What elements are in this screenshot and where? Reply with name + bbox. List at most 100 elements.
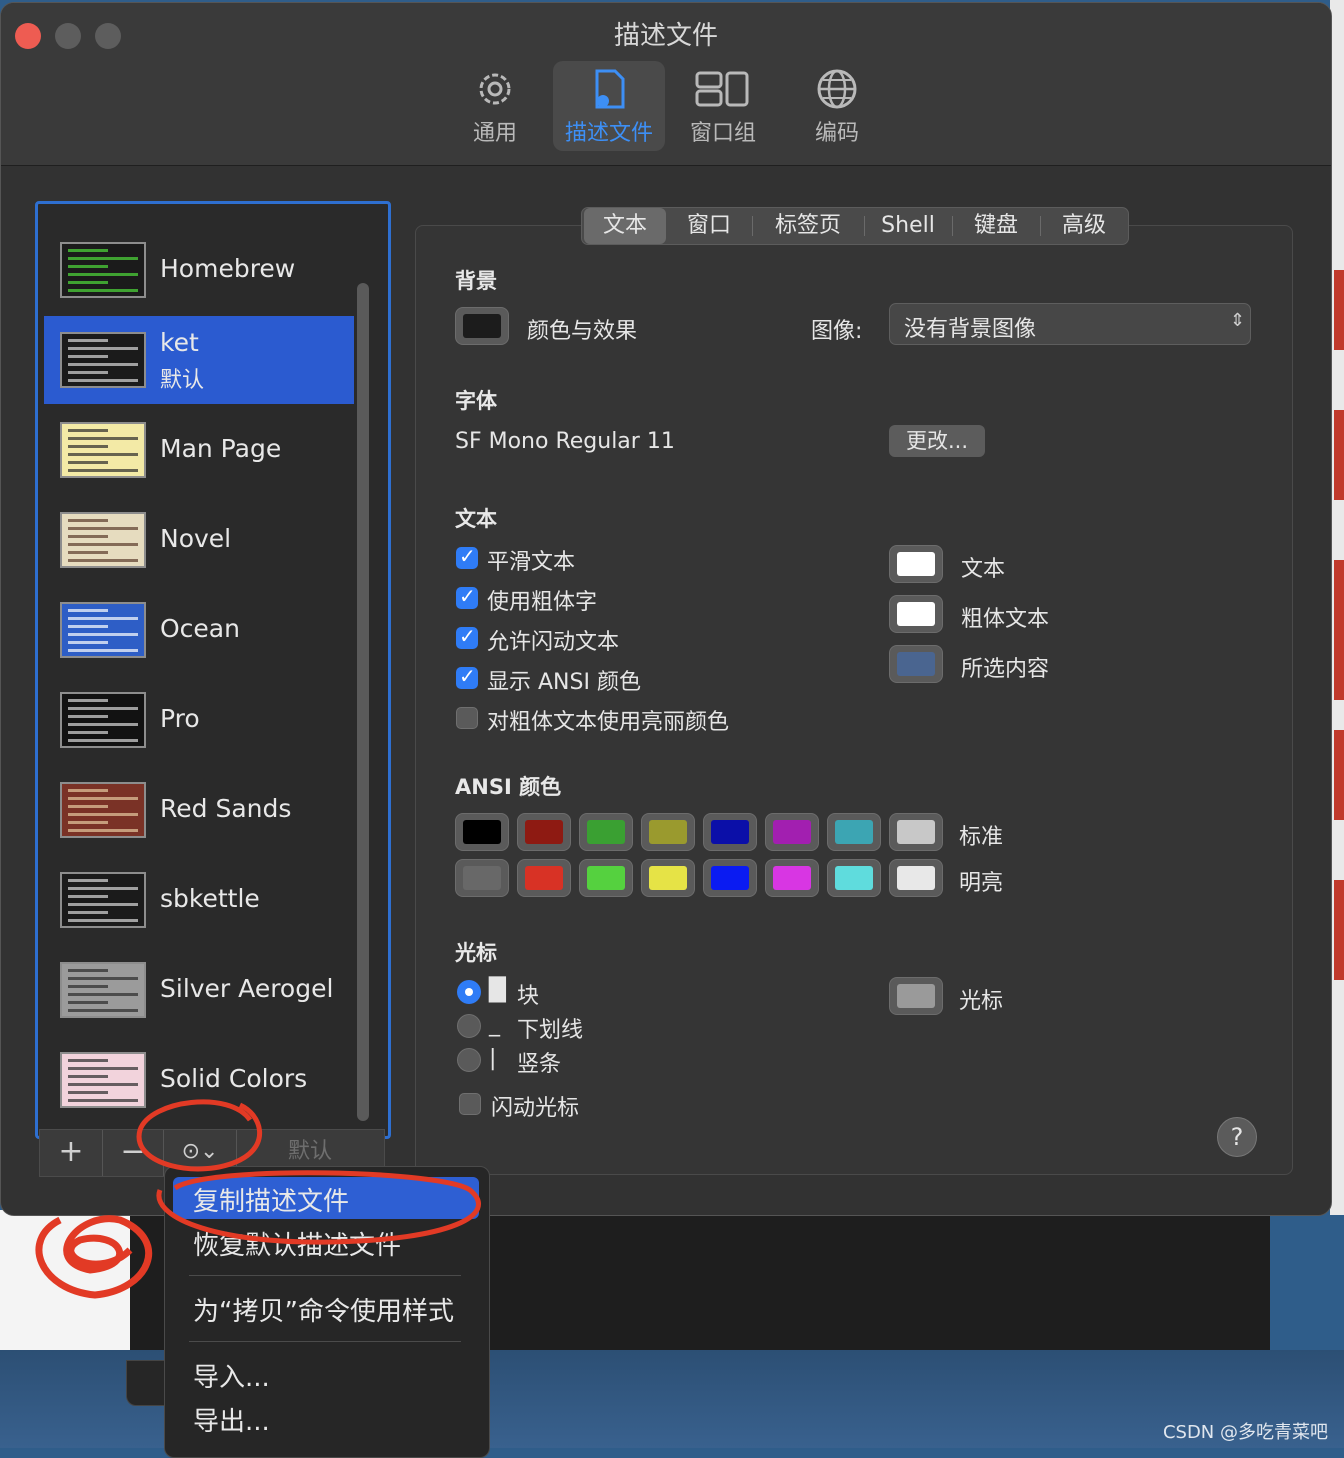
profile-name: Ocean	[160, 614, 240, 643]
text-option-label: 对粗体文本使用亮丽颜色	[487, 710, 730, 735]
profile-name: Red Sands	[160, 794, 292, 823]
cursor-style-glyph: |	[489, 1046, 497, 1071]
profile-row[interactable]: Man Page	[44, 406, 354, 494]
profile-list[interactable]: Homebrew ket 默认 Man Page Novel Ocean Pro Red Sa…	[35, 201, 391, 1139]
cursor-heading: 光标	[455, 941, 497, 965]
profile-row[interactable]: Pro	[44, 676, 354, 764]
text-color-well[interactable]	[889, 545, 943, 583]
menu-separator	[189, 1341, 461, 1342]
profile-name: Solid Colors	[160, 1064, 308, 1093]
profile-row[interactable]: sbkettle	[44, 856, 354, 944]
toolbar-profiles-label: 描述文件	[564, 121, 653, 146]
text-option-label: 平滑文本	[487, 550, 576, 575]
cursor-style-label: 块	[517, 984, 540, 1009]
profile-thumbnail	[60, 512, 146, 568]
ansi-normal-color-well[interactable]	[889, 813, 943, 851]
profile-name: Homebrew	[160, 254, 296, 283]
background-image-select[interactable]: 没有背景图像 ⇕	[889, 303, 1251, 345]
ansi-bright-color-well[interactable]	[765, 859, 819, 897]
ansi-normal-color-well[interactable]	[455, 813, 509, 851]
cursor-style-radio[interactable]	[457, 980, 481, 1004]
toolbar-window-groups[interactable]: 窗口组	[667, 61, 779, 151]
annotation-marks	[35, 1099, 481, 1299]
toolbar-general[interactable]: 通用	[439, 61, 551, 151]
ansi-bright-color-well[interactable]	[703, 859, 757, 897]
profile-thumbnail	[60, 872, 146, 928]
menu-backdrop	[126, 1360, 168, 1406]
text-color-well[interactable]	[889, 645, 943, 683]
profile-row[interactable]: Red Sands	[44, 766, 354, 854]
profile-name: sbkettle	[160, 884, 260, 913]
ansi-bright-color-well[interactable]	[889, 859, 943, 897]
background-red-mark	[1334, 270, 1344, 350]
profile-name: Novel	[160, 524, 232, 553]
text-color-well[interactable]	[889, 595, 943, 633]
toolbar-encoding[interactable]: 编码	[781, 61, 893, 151]
text-option-checkbox[interactable]	[456, 664, 478, 689]
tab-keyboard[interactable]: 键盘	[954, 208, 1038, 244]
toolbar-profiles[interactable]: 描述文件	[553, 61, 665, 151]
ansi-normal-color-well[interactable]	[517, 813, 571, 851]
annotation-circle-duplicate	[156, 1170, 481, 1245]
help-button[interactable]: ?	[1217, 1117, 1257, 1157]
annotation-circle-more-button	[136, 1099, 262, 1172]
ansi-normal-color-well[interactable]	[703, 813, 757, 851]
cursor-style-radio[interactable]	[457, 1014, 481, 1038]
text-option-checkbox[interactable]	[456, 624, 478, 649]
cursor-color-well[interactable]	[889, 977, 943, 1015]
profile-doc-icon	[595, 69, 625, 109]
cursor-style-glyph: _	[489, 1012, 500, 1037]
background-heading: 背景	[455, 269, 497, 293]
background-red-mark	[1334, 560, 1344, 700]
text-heading: 文本	[455, 507, 497, 531]
ansi-bright-color-well[interactable]	[455, 859, 509, 897]
text-option-checkbox[interactable]	[456, 584, 478, 609]
tab-divider	[864, 216, 865, 236]
text-option-checkbox[interactable]	[456, 707, 478, 729]
ansi-normal-color-well[interactable]	[579, 813, 633, 851]
settings-window: 描述文件 通用 描述文件 窗口组 编码 Homebrew ket 默认 Man …	[0, 2, 1332, 1216]
profile-row[interactable]: Novel	[44, 496, 354, 584]
ansi-bright-label: 明亮	[959, 871, 1004, 896]
profile-list-scrollbar[interactable]	[357, 283, 369, 1121]
profile-row[interactable]: Ocean	[44, 586, 354, 674]
ansi-normal-color-well[interactable]	[641, 813, 695, 851]
profile-row[interactable]: Homebrew	[44, 226, 354, 314]
tab-shell[interactable]: Shell	[866, 208, 950, 244]
cursor-style-glyph: █	[489, 978, 506, 1003]
menu-item-export[interactable]: 导出...	[193, 1401, 270, 1438]
profile-row[interactable]: Silver Aerogel	[44, 946, 354, 1034]
menu-item-import[interactable]: 导入...	[193, 1357, 270, 1394]
tab-text[interactable]: 文本	[584, 208, 666, 244]
font-value: SF Mono Regular 11	[455, 429, 675, 454]
tab-divider	[1040, 216, 1041, 236]
tab-window[interactable]: 窗口	[668, 208, 750, 244]
ansi-bright-color-well[interactable]	[641, 859, 695, 897]
tab-divider	[952, 216, 953, 236]
profile-row[interactable]: ket 默认	[44, 316, 354, 404]
ansi-normal-color-well[interactable]	[765, 813, 819, 851]
ansi-bright-color-well[interactable]	[517, 859, 571, 897]
profile-name: ket	[160, 328, 199, 357]
background-color-well[interactable]	[455, 307, 509, 345]
ansi-bright-color-well[interactable]	[827, 859, 881, 897]
text-color-label: 所选内容	[961, 657, 1050, 682]
tab-advanced[interactable]: 高级	[1042, 208, 1126, 244]
profile-default-badge: 默认	[160, 368, 205, 393]
text-option-checkbox[interactable]	[456, 544, 478, 569]
ansi-bright-color-well[interactable]	[579, 859, 633, 897]
background-red-mark	[1334, 880, 1344, 980]
profile-name: Man Page	[160, 434, 282, 463]
profile-thumbnail	[60, 692, 146, 748]
cursor-style-radio[interactable]	[457, 1048, 481, 1072]
profile-name: Silver Aerogel	[160, 974, 334, 1003]
globe-icon	[817, 69, 857, 109]
chevron-updown-icon: ⇕	[1230, 310, 1246, 331]
window-title: 描述文件	[613, 21, 718, 51]
change-font-button[interactable]: 更改...	[889, 425, 985, 457]
ansi-normal-color-well[interactable]	[827, 813, 881, 851]
tab-tabs[interactable]: 标签页	[754, 208, 862, 244]
text-option-label: 使用粗体字	[487, 590, 598, 615]
annotation-scribble	[35, 1215, 153, 1299]
toolbar-general-label: 通用	[472, 121, 517, 146]
